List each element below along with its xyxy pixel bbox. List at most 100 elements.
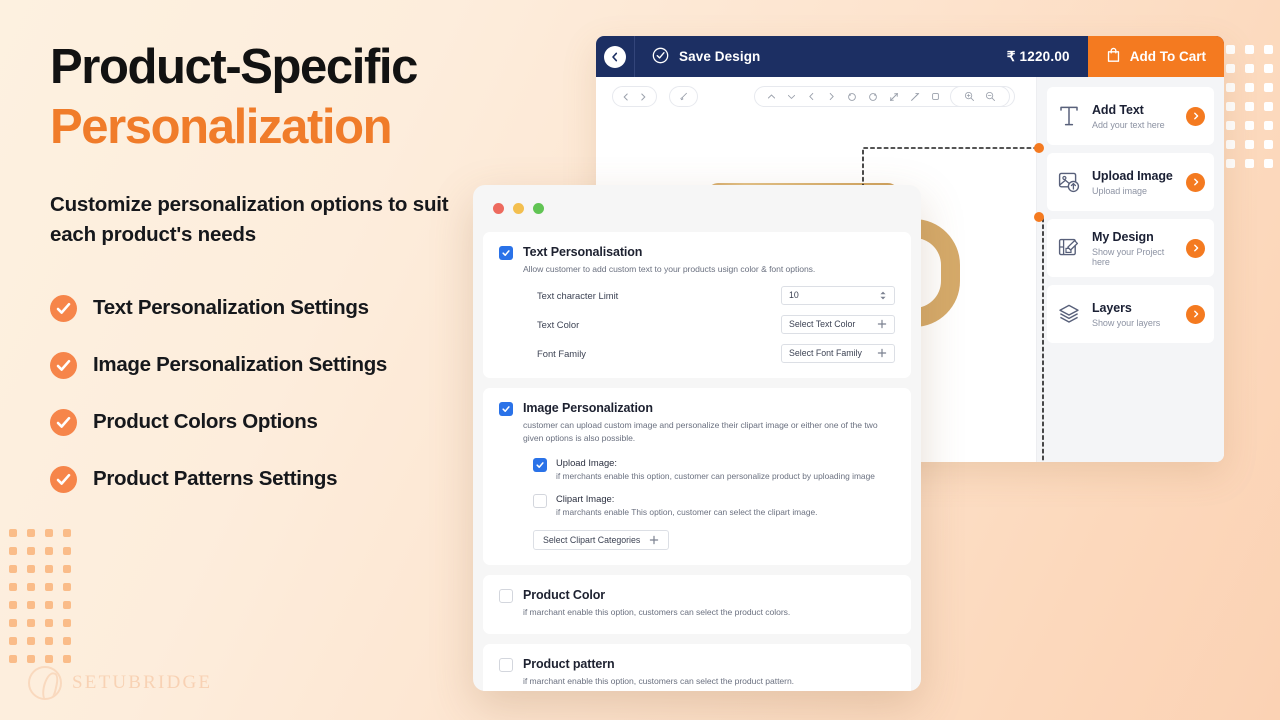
zoom-controls[interactable] (950, 86, 1010, 107)
decorative-dot (1264, 83, 1273, 92)
setubridge-logo-watermark: SETUBRIDGE (28, 666, 212, 700)
chevron-right-icon[interactable] (827, 92, 836, 101)
expand-diagonal-icon[interactable] (889, 92, 899, 102)
sidebar-item-add-text[interactable]: Add Text Add your text here (1047, 87, 1214, 145)
text-color-picker[interactable]: Select Text Color (781, 314, 895, 334)
save-design-label: Save Design (679, 49, 761, 64)
add-to-cart-button[interactable]: Add To Cart (1087, 36, 1224, 77)
decorative-dot (1264, 64, 1273, 73)
decorative-dot (63, 601, 71, 609)
field-label: Font Family (537, 347, 586, 359)
setting-header: Image Personalization customer can uploa… (499, 401, 895, 445)
setting-text: Product pattern if marchant enable this … (523, 657, 895, 688)
shrink-diagonal-icon[interactable] (910, 92, 920, 102)
text-personalisation-checkbox[interactable] (499, 246, 513, 260)
sidebar-item-subtitle: Show your Project here (1092, 246, 1165, 267)
decorative-dot (1264, 140, 1273, 149)
text-character-limit-input[interactable]: 10 (781, 285, 895, 305)
decorative-dot (63, 547, 71, 555)
shopping-bag-icon (1106, 47, 1121, 66)
back-button[interactable] (596, 45, 634, 68)
decorative-dot (1226, 121, 1235, 130)
chevron-up-icon[interactable] (767, 92, 776, 101)
decorative-dot (9, 601, 17, 609)
sidebar-item-subtitle: Upload image (1092, 185, 1147, 196)
zoom-out-icon[interactable] (985, 91, 996, 102)
product-pattern-checkbox[interactable] (499, 657, 513, 672)
sidebar-item-title: Add Text (1092, 102, 1144, 117)
decorative-dot (27, 547, 35, 555)
chevron-right-icon[interactable] (1186, 106, 1205, 126)
setting-description: Allow customer to add custom text to you… (523, 264, 816, 274)
save-design-button[interactable]: Save Design (635, 46, 760, 68)
plus-icon (649, 535, 659, 545)
field-font-family: Font Family Select Font Family (499, 343, 895, 363)
setting-header: Text Personalisation Allow customer to a… (499, 245, 895, 276)
decorative-dot (1226, 159, 1235, 168)
sidebar-item-layers[interactable]: Layers Show your layers (1047, 285, 1214, 343)
image-upload-icon (1056, 169, 1082, 195)
clipart-image-checkbox[interactable] (533, 493, 547, 508)
sidebar-item-title: Upload Image (1092, 168, 1173, 183)
setting-card-text-personalisation: Text Personalisation Allow customer to a… (483, 232, 911, 378)
page-title-line2: Personalization (50, 99, 393, 154)
chevron-right-icon[interactable] (1186, 238, 1205, 258)
decorative-dot (27, 637, 35, 645)
chevron-right-icon[interactable] (1186, 304, 1205, 324)
decorative-dot (1245, 64, 1254, 73)
check-circle-icon (50, 408, 77, 436)
font-family-picker[interactable]: Select Font Family (781, 343, 895, 363)
brush-icon (679, 92, 688, 101)
setting-title: Image Personalization (523, 400, 653, 415)
plus-icon[interactable] (877, 319, 887, 329)
add-to-cart-label: Add To Cart (1129, 49, 1206, 64)
minimize-window-button[interactable] (513, 203, 524, 214)
decorative-dot (45, 601, 53, 609)
decorative-dot (27, 619, 35, 627)
decorative-dot (63, 655, 71, 663)
decorative-dot (27, 529, 35, 537)
decorative-dot (45, 655, 53, 663)
upload-image-checkbox[interactable] (533, 457, 547, 472)
setting-title: Product pattern (523, 656, 615, 671)
decorative-dot (63, 565, 71, 573)
chevron-left-icon[interactable] (807, 92, 816, 101)
check-circle-icon (50, 351, 77, 379)
setting-title: Text Personalisation (523, 245, 643, 259)
image-personalization-checkbox[interactable] (499, 401, 513, 416)
sub-option-title: Upload Image: (556, 456, 617, 468)
rotate-left-icon[interactable] (847, 92, 857, 102)
sub-option-title: Clipart Image: (556, 492, 615, 504)
close-window-button[interactable] (493, 203, 504, 214)
price-label: ₹ 1220.00 (1006, 48, 1070, 64)
plus-icon[interactable] (877, 348, 887, 358)
chevron-right-icon[interactable] (639, 93, 647, 101)
sidebar-item-my-design[interactable]: My Design Show your Project here (1047, 219, 1214, 277)
sidebar-item-subtitle: Add your text here (1092, 119, 1165, 130)
setting-header: Product pattern if marchant enable this … (499, 657, 895, 688)
chevron-right-icon[interactable] (1186, 172, 1205, 192)
setting-description: if marchant enable this option, customer… (523, 606, 791, 617)
square-icon[interactable] (931, 92, 940, 101)
field-label: Text Color (537, 318, 580, 330)
field-label: Text character Limit (537, 289, 619, 301)
brush-tool-button[interactable] (669, 86, 698, 107)
decorative-dot (63, 583, 71, 591)
sidebar-item-text: Layers Show your layers (1092, 301, 1176, 328)
sidebar-item-title: Layers (1092, 300, 1132, 315)
maximize-window-button[interactable] (533, 203, 544, 214)
chevron-left-icon[interactable] (622, 93, 630, 101)
sidebar-item-upload-image[interactable]: Upload Image Upload image (1047, 153, 1214, 211)
zoom-in-icon[interactable] (964, 91, 975, 102)
stepper-arrows-icon[interactable] (879, 290, 887, 301)
sidebar-item-text: Add Text Add your text here (1092, 103, 1176, 130)
sidebar-item-title: My Design (1092, 229, 1154, 244)
decorative-dot (1226, 64, 1235, 73)
history-nav-group[interactable] (612, 86, 657, 107)
product-color-checkbox[interactable] (499, 588, 513, 603)
rotate-right-icon[interactable] (868, 92, 878, 102)
setting-text: Image Personalization customer can uploa… (523, 401, 895, 445)
check-circle-icon (50, 465, 77, 493)
select-clipart-categories-button[interactable]: Select Clipart Categories (533, 529, 670, 550)
chevron-down-icon[interactable] (787, 92, 796, 101)
